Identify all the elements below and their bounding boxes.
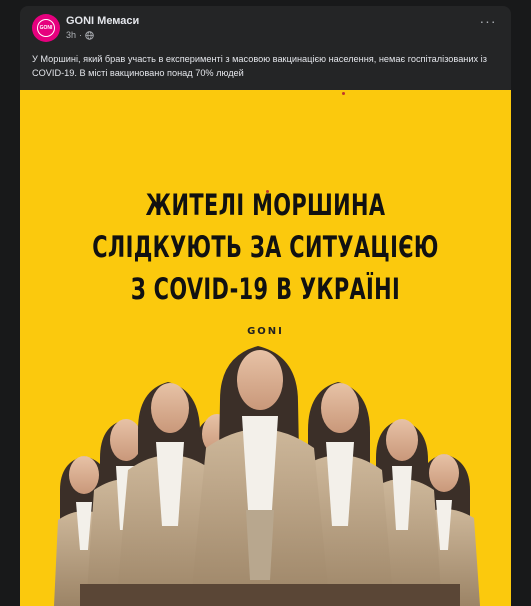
post-meta: 3h ·	[66, 30, 94, 40]
avatar-text: GONI	[39, 25, 53, 31]
figure-center-front	[190, 346, 330, 606]
post-header: GONI GONI Мемаси 3h · ···	[20, 6, 511, 44]
crowd-illustration	[54, 346, 480, 606]
more-options-button[interactable]: ···	[477, 14, 499, 34]
desk	[80, 584, 460, 606]
globe-icon[interactable]	[85, 30, 94, 40]
page-name[interactable]: GONI Мемаси	[66, 15, 139, 27]
post-time[interactable]: 3h	[66, 30, 76, 40]
post-image[interactable]: ЖИТЕЛІ МОРШИНА СЛІДКУЮТЬ ЗА СИТУАЦІЄЮ З …	[20, 90, 511, 606]
avatar-logo: GONI	[37, 19, 55, 37]
post-card: GONI GONI Мемаси 3h · ··· У Моршині, яки…	[20, 6, 511, 606]
avatar[interactable]: GONI	[32, 14, 60, 42]
post-caption: У Моршині, який брав участь в експеримен…	[32, 54, 487, 78]
meta-separator: ·	[79, 30, 83, 40]
